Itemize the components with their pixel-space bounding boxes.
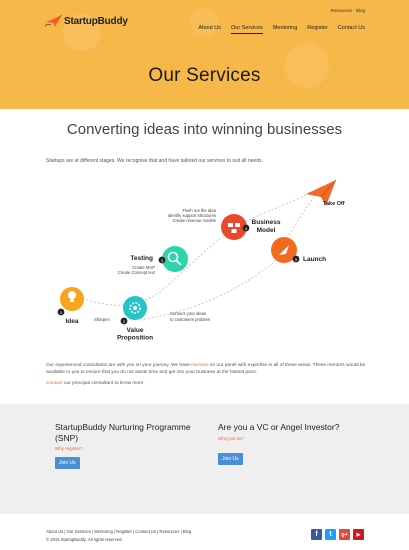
utility-nav: Resources · Blog [330,8,365,13]
cta-panel: StartupBuddy Nurturing Programme (SNP) W… [0,404,409,514]
connect-note-line1: Connect your ideas [170,311,206,316]
stage-business-model: 4 Business Model [221,214,281,240]
sharpen-note: Sharpen [94,317,111,322]
facebook-icon[interactable]: f [311,529,322,540]
journey-path-lower [139,256,281,321]
stage-idea-label: Idea [65,318,78,325]
hero-banner: StartupBuddy Resources · Blog About Us O… [0,0,409,109]
nav-about-us[interactable]: About Us [198,25,221,34]
takeoff-label: Take Off [323,201,345,207]
investor-block: Are you a VC or Angel Investor? Why join… [218,422,368,465]
stage-testing-label: Testing [130,255,153,262]
nav-our-services[interactable]: Our Services [231,25,263,34]
nav-contact-us[interactable]: Contact Us [338,25,365,34]
stage-launch-label: Launch [303,256,326,263]
contact-rest-text: our principal consultant to know more. [62,381,145,386]
contact-paragraph: Contact our principal consultant to know… [46,381,145,386]
utility-link-resources[interactable]: Resources [330,8,352,13]
social-links: f t g+ ▶ [311,529,364,540]
intro-text: Startups are at different stages. We rec… [46,158,263,164]
consultants-paragraph: Our experienced consultants are with you… [46,362,366,376]
stage-bm-label-line2: Model [257,227,276,234]
nav-register[interactable]: Register [307,25,327,34]
google-plus-icon[interactable]: g+ [339,529,350,540]
bm-note-line3: Create revenue models [172,218,216,223]
stage-launch: 5 Launch [271,237,326,263]
footer-links[interactable]: About Us | Our Services | Mentoring | Re… [46,529,191,534]
stage-bm-label-line1: Business [252,219,281,226]
twitter-icon[interactable]: t [325,529,336,540]
tagline: Converting ideas into winning businesses [66,121,343,138]
utility-link-blog[interactable]: Blog [356,8,365,13]
youtube-icon[interactable]: ▶ [353,529,364,540]
mentors-link[interactable]: mentors [191,363,208,368]
logo-text: StartupBuddy [64,15,128,27]
stage-idea: 1 Idea [57,287,84,325]
snp-block: StartupBuddy Nurturing Programme (SNP) W… [55,422,205,469]
testing-note-line2: Create Concept text [118,270,156,275]
stage-value-proposition: 2 Value Proposition [117,296,153,342]
main-nav: About Us Our Services Mentoring Register… [198,25,365,34]
connect-note-line2: to customers problem [170,317,211,322]
contact-link[interactable]: Contact [46,381,63,386]
stage-vp-label-line1: Value [127,327,144,334]
why-register-link[interactable]: Why register? [55,446,205,451]
paper-plane-logo-icon [44,14,63,27]
snp-join-button[interactable]: Join Us [55,457,80,469]
logo[interactable]: StartupBuddy [44,14,128,28]
copyright-text: © 2015 StartupBuddy. All rights reserved… [46,537,123,542]
investor-title: Are you a VC or Angel Investor? [218,422,340,432]
snp-title: StartupBuddy Nurturing Programme (SNP) [55,422,191,443]
footer: About Us | Our Services | Mentoring | Re… [0,514,409,550]
services-journey-diagram: 1 Idea Sharpen 2 Value Proposition Conne… [57,179,345,342]
stage-vp-label-line2: Proposition [117,335,153,342]
page-title: Our Services [148,65,261,86]
why-join-link[interactable]: Why join us? [218,436,368,441]
nav-mentoring[interactable]: Mentoring [273,25,297,34]
para-text-pre: Our experienced consultants are with you… [46,363,192,368]
investor-join-button[interactable]: Join Us [218,452,243,465]
